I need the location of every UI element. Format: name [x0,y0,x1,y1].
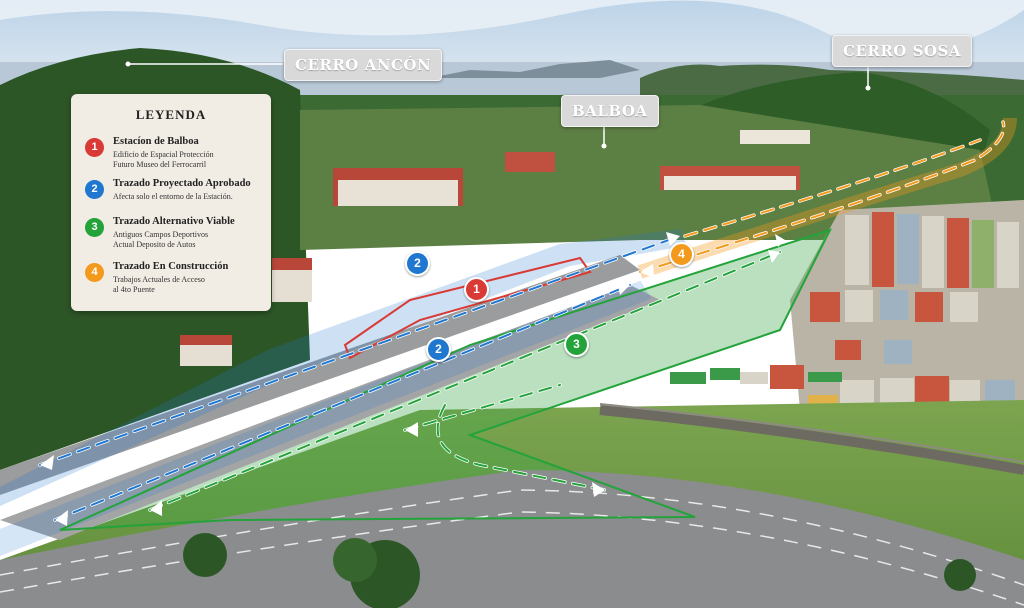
legend-title: LEYENDA [135,107,207,122]
legend-desc-line: Antiguos Campos Deportivos [113,230,209,239]
legend-item-title: Trazado Proyectado Aprobado [113,178,251,189]
marker-2-lower: 2 [426,337,451,362]
legend-item-desc: Edificio de Espacial Protección Futuro M… [113,150,214,170]
marker-2-upper: 2 [405,251,430,276]
marker-4: 4 [669,242,694,267]
legend-item-title: Trazado Alternativo Viable [113,216,235,227]
legend-desc-line: Afecta solo el entorno de la Estación. [113,192,233,201]
legend-desc-line: Futuro Museo del Ferrocarril [113,160,207,169]
marker-1: 1 [464,277,489,302]
legend-desc-line: al 4to Puente [113,285,155,294]
legend-marker-3: 3 [85,218,104,237]
label-balboa: BALBOA [561,95,659,127]
legend-marker-1: 1 [85,138,104,157]
legend-desc-line: Actual Deposito de Autos [113,240,196,249]
marker-3: 3 [564,332,589,357]
legend-panel: LEYENDA 1 Estacíon de Balboa Edificio de… [71,94,271,311]
legend-item-desc: Antiguos Campos Deportivos Actual Deposi… [113,230,208,250]
legend-item-desc: Afecta solo el entorno de la Estación. [113,192,233,202]
legend-item-title: Estacíon de Balboa [113,136,199,147]
label-cerro-ancon: CERRO ANCÓN [284,49,443,81]
legend-marker-4: 4 [85,263,104,282]
legend-marker-2: 2 [85,180,104,199]
legend-item-title: Trazado En Construcción [113,261,229,272]
legend-desc-line: Trabajos Actuales de Acceso [113,275,205,284]
label-cerro-sosa: CERRO SOSA [832,35,972,67]
legend-item-desc: Trabajos Actuales de Acceso al 4to Puent… [113,275,205,295]
legend-desc-line: Edificio de Espacial Protección [113,150,214,159]
